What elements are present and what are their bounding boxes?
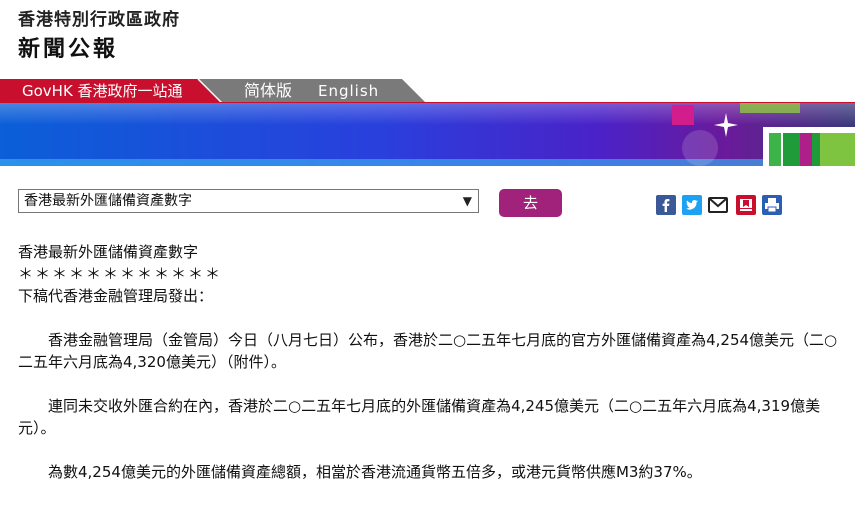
- government-name: 香港特別行政區政府: [18, 10, 180, 30]
- press-release-title: 新聞公報: [18, 37, 119, 62]
- twitter-icon[interactable]: [682, 195, 702, 215]
- issuer-line: 下稿代香港金融管理局發出：: [18, 287, 214, 305]
- site-header: 香港特別行政區政府 新聞公報: [18, 10, 180, 64]
- decorative-banner: [0, 103, 855, 166]
- bookmark-icon[interactable]: [736, 195, 756, 215]
- title-separator: ＊＊＊＊＊＊＊＊＊＊＊＊: [18, 265, 223, 283]
- article-select[interactable]: 香港最新外匯儲備資產數字 ▼: [18, 189, 479, 213]
- simplified-chinese-link[interactable]: 简体版: [244, 79, 292, 103]
- facebook-icon[interactable]: [656, 195, 676, 215]
- chevron-down-icon: ▼: [462, 194, 472, 208]
- article-title: 香港最新外匯儲備資產數字: [18, 243, 199, 261]
- top-navigation: GovHK 香港政府一站通 简体版 English: [0, 79, 855, 103]
- govhk-link[interactable]: GovHK 香港政府一站通: [22, 79, 183, 103]
- go-button[interactable]: 去: [499, 189, 562, 217]
- article-body: 香港最新外匯儲備資產數字 ＊＊＊＊＊＊＊＊＊＊＊＊ 下稿代香港金融管理局發出： …: [18, 241, 838, 483]
- print-icon[interactable]: [762, 195, 782, 215]
- paragraph-2: 連同未交收外匯合約在內，香港於二○二五年七月底的外匯儲備資產為4,245億美元（…: [18, 397, 821, 437]
- paragraph-3: 為數4,254億美元的外匯儲備資產總額，相當於香港流通貨幣五倍多，或港元貨幣供應…: [48, 463, 702, 481]
- email-icon[interactable]: [708, 195, 728, 215]
- english-link[interactable]: English: [318, 79, 379, 103]
- article-select-value: 香港最新外匯儲備資產數字: [24, 193, 192, 209]
- paragraph-1: 香港金融管理局（金管局）今日（八月七日）公布，香港於二○二五年七月底的官方外匯儲…: [18, 331, 838, 371]
- article-selector-bar: 香港最新外匯儲備資產數字 ▼ 去: [18, 189, 838, 217]
